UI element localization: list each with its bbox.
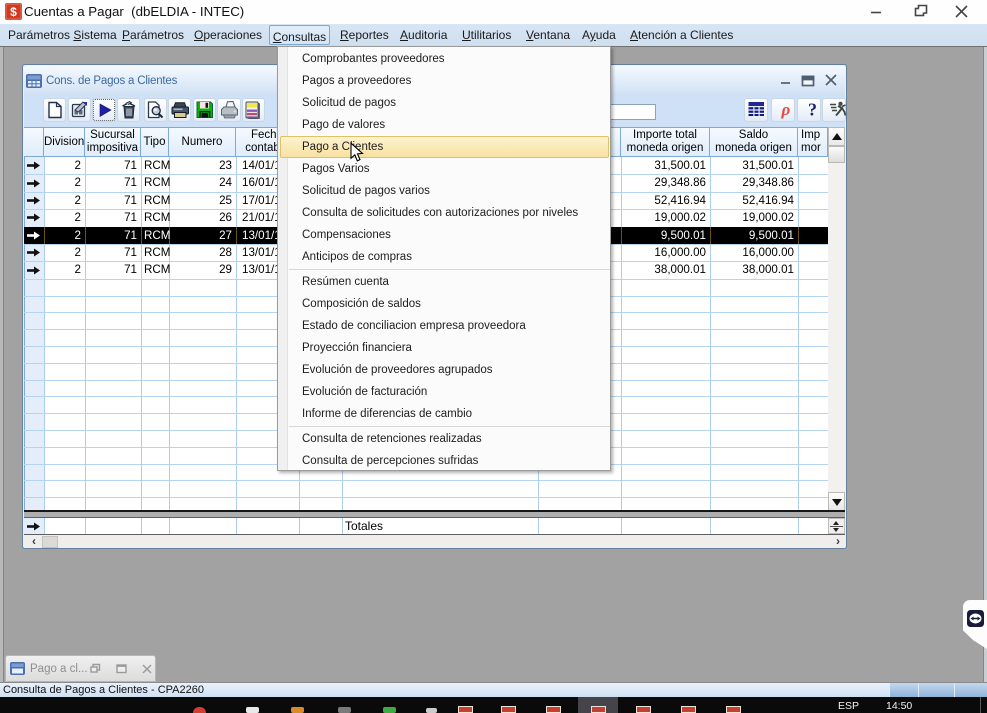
svg-text:ρ: ρ [780,100,790,119]
svg-text:$: $ [10,5,17,19]
svg-text:?: ? [808,100,817,120]
